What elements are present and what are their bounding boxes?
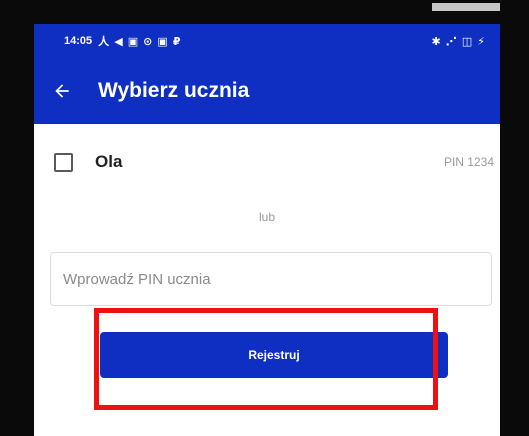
phone-frame-right	[500, 0, 529, 436]
page-title: Wybierz ucznia	[98, 79, 250, 102]
register-button[interactable]: Rejestruj	[100, 332, 448, 378]
app-bar: Wybierz ucznia	[34, 58, 500, 124]
student-pin: PIN 1234	[443, 155, 494, 169]
phone-screenshot: 14:05 人 ◀ ▣ ⊙ ▣ ₽ ✱ ⋰ ◫ ⚡ Wybierz ucznia…	[0, 0, 529, 436]
app-screen: 14:05 人 ◀ ▣ ⊙ ▣ ₽ ✱ ⋰ ◫ ⚡ Wybierz ucznia…	[34, 24, 500, 436]
phone-frame-left	[0, 0, 34, 436]
student-list-item[interactable]: Ola PIN 1234	[54, 146, 494, 178]
pin-input[interactable]	[50, 252, 492, 306]
status-time: 14:05	[64, 35, 93, 47]
status-left: 14:05 人 ◀ ▣ ⊙ ▣ ₽	[64, 33, 182, 49]
or-label: lub	[258, 210, 275, 224]
notification-icons: 人 ◀ ▣ ⊙ ▣ ₽	[98, 36, 182, 48]
status-bar: 14:05 人 ◀ ▣ ⊙ ▣ ₽ ✱ ⋰ ◫ ⚡	[34, 24, 500, 58]
student-name: Ola	[95, 152, 123, 171]
system-icons: ✱ ⋰ ◫ ⚡	[431, 35, 486, 48]
arrow-left-glyph	[55, 84, 69, 98]
phone-frame-top	[0, 0, 529, 24]
student-checkbox[interactable]	[54, 152, 73, 172]
arrow-left-icon[interactable]	[34, 58, 90, 124]
status-right: ✱ ⋰ ◫ ⚡	[431, 35, 486, 48]
